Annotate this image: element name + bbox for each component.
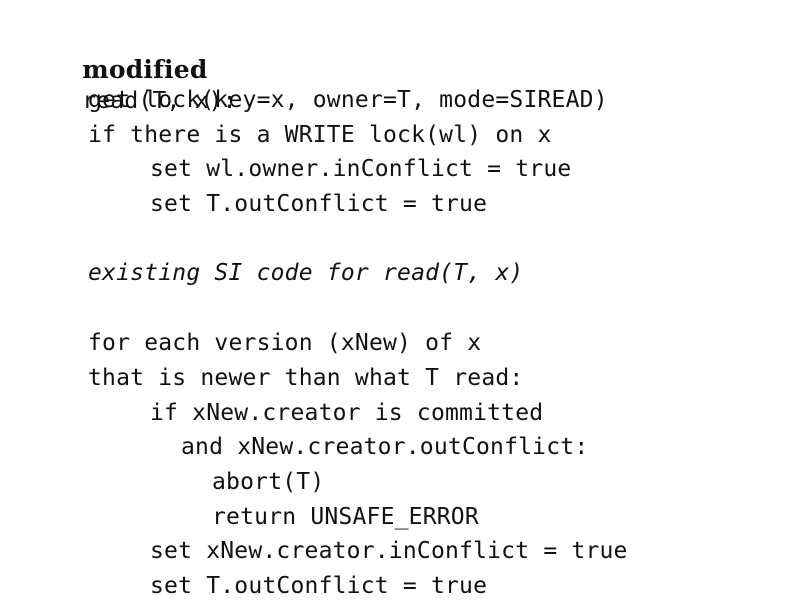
code-line: and xNew.creator.outConflict:	[181, 434, 589, 460]
code-comment: existing SI code for read(T, x)	[88, 260, 524, 286]
code-line: set xNew.creator.inConflict = true	[150, 538, 628, 564]
code-line: abort(T)	[212, 469, 325, 495]
code-line: return UNSAFE_ERROR	[212, 504, 479, 530]
pseudocode-block: modified read(T, x): get lock(key=x, own…	[0, 0, 802, 610]
code-line: that is newer than what T read:	[88, 365, 524, 391]
heading-keyword: modified	[82, 55, 208, 84]
code-line: if xNew.creator is committed	[150, 400, 544, 426]
code-line: set wl.owner.inConflict = true	[150, 156, 572, 182]
code-line: for each version (xNew) of x	[88, 330, 482, 356]
code-line: if there is a WRITE lock(wl) on x	[88, 122, 552, 148]
code-line: set T.outConflict = true	[150, 191, 488, 217]
code-line: get lock(key=x, owner=T, mode=SIREAD)	[88, 87, 608, 113]
code-line: set T.outConflict = true	[150, 573, 488, 599]
